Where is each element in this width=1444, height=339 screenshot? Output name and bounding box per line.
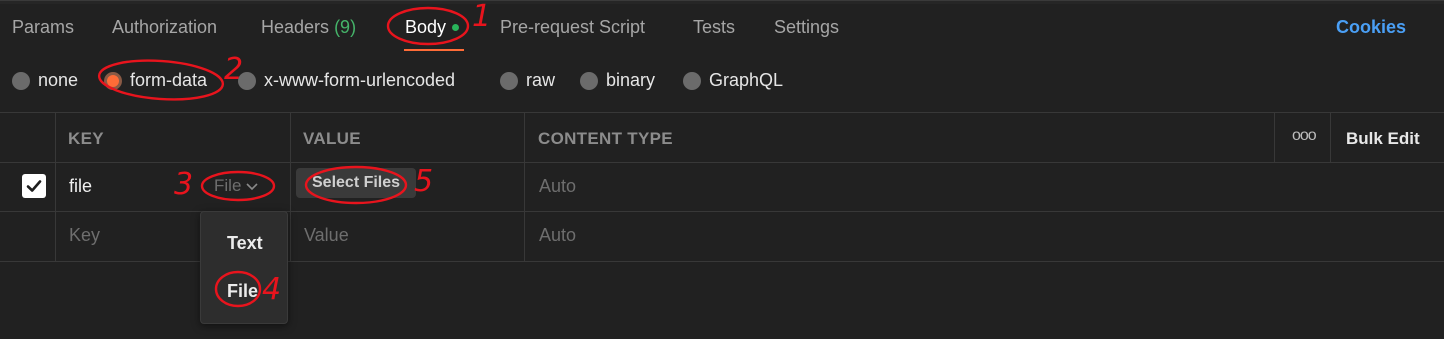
active-tab-underline — [404, 49, 464, 51]
radio-graphql[interactable]: GraphQL — [683, 70, 783, 91]
radio-selected-icon — [104, 71, 122, 90]
content-type-input[interactable]: Auto — [539, 225, 576, 246]
radio-label: form-data — [130, 70, 208, 90]
radio-raw[interactable]: raw — [500, 70, 555, 91]
tab-pre-request-script[interactable]: Pre-request Script — [500, 17, 645, 38]
radio-label: binary — [606, 70, 656, 90]
divider — [0, 162, 1444, 163]
key-type-value: File — [214, 176, 242, 195]
header-value: VALUE — [303, 129, 361, 148]
type-dropdown-menu: Text File — [200, 211, 288, 324]
radio-circle-icon — [500, 71, 518, 90]
radio-circle-icon — [580, 71, 598, 90]
annotation-number: 5 — [414, 164, 434, 199]
tab-headers-label: Headers — [261, 17, 330, 37]
key-type-select[interactable]: File — [214, 176, 259, 196]
tab-params[interactable]: Params — [12, 17, 74, 38]
body-type-selector: none form-data x-www-form-urlencoded raw… — [0, 70, 1444, 94]
divider — [0, 112, 1444, 113]
divider — [1330, 112, 1331, 162]
more-options-button[interactable]: ooo — [1292, 127, 1317, 145]
radio-label: x-www-form-urlencoded — [264, 70, 456, 90]
header-content-type: CONTENT TYPE — [538, 129, 673, 148]
radio-circle-icon — [12, 71, 30, 90]
tab-authorization[interactable]: Authorization — [112, 17, 217, 38]
tab-tests[interactable]: Tests — [693, 17, 735, 38]
value-input[interactable]: Value — [304, 225, 349, 246]
chevron-down-icon — [246, 183, 258, 191]
radio-label: GraphQL — [709, 70, 784, 90]
divider — [1274, 112, 1275, 162]
tab-settings[interactable]: Settings — [774, 17, 839, 38]
row-enabled-checkbox[interactable] — [22, 174, 46, 198]
divider — [290, 112, 291, 261]
tab-body[interactable]: Body — [405, 17, 460, 38]
annotation-number: 2 — [224, 52, 244, 87]
divider — [524, 112, 525, 261]
headers-count: (9) — [334, 17, 357, 37]
dropdown-option-file[interactable]: File — [227, 281, 258, 302]
header-key: KEY — [68, 129, 104, 148]
radio-label: none — [38, 70, 79, 90]
annotation-number: 4 — [262, 272, 282, 307]
content-type-input[interactable]: Auto — [539, 176, 576, 197]
radio-form-data[interactable]: form-data — [104, 70, 207, 91]
cookies-link[interactable]: Cookies — [1336, 17, 1406, 38]
request-tabs: Params Authorization Headers (9) Body Pr… — [0, 0, 1444, 56]
tab-headers[interactable]: Headers (9) — [261, 17, 356, 38]
radio-x-www-form-urlencoded[interactable]: x-www-form-urlencoded — [238, 70, 455, 91]
select-files-button[interactable]: Select Files — [296, 168, 417, 198]
bulk-edit-button[interactable]: Bulk Edit — [1346, 129, 1420, 149]
dropdown-option-text[interactable]: Text — [227, 233, 263, 254]
tab-body-label: Body — [405, 17, 447, 37]
row-key[interactable]: file — [69, 176, 92, 197]
radio-none[interactable]: none — [12, 70, 78, 91]
check-icon — [26, 180, 42, 192]
radio-label: raw — [526, 70, 556, 90]
annotation-number: 3 — [174, 167, 194, 202]
radio-binary[interactable]: binary — [580, 70, 655, 91]
key-input[interactable]: Key — [69, 225, 100, 246]
annotation-number: 1 — [472, 0, 492, 34]
radio-circle-icon — [683, 71, 701, 90]
modified-dot-icon — [452, 24, 460, 31]
divider — [55, 112, 56, 261]
